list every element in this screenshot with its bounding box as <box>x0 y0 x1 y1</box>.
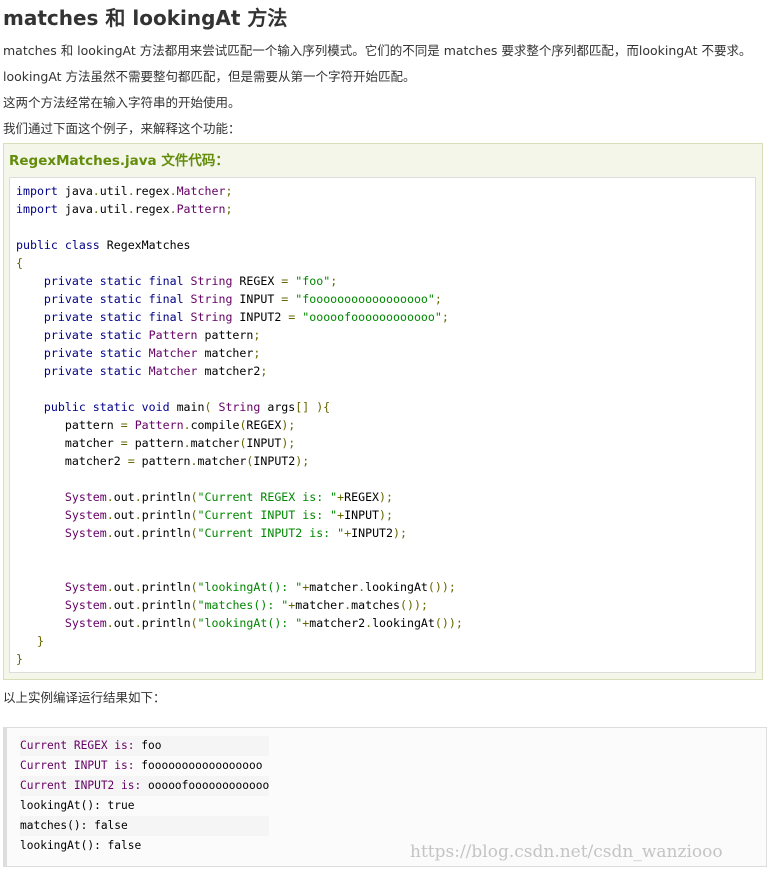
code-line: import java.util.regex.Pattern; <box>16 202 233 216</box>
result-intro: 以上实例编译运行结果如下： <box>3 690 166 705</box>
output-listing[interactable]: Current REGEX is: foo Current INPUT is: f… <box>20 736 270 856</box>
code-line: System.out.println("Current INPUT2 is: "… <box>64 526 407 540</box>
code-line: private static Matcher matcher2; <box>43 364 268 378</box>
intro-paragraph-1: matches 和 lookingAt 方法都用来尝试匹配一个输入序列模式。它们… <box>3 43 752 58</box>
intro-paragraph-3: 这两个方法经常在输入字符串的开始使用。 <box>3 95 241 110</box>
code-line: private static Matcher matcher; <box>43 346 261 360</box>
code-line: System.out.println("Current REGEX is: "+… <box>64 490 394 504</box>
code-line: import java.util.regex.Matcher; <box>16 184 233 198</box>
code-block[interactable]: import java.util.regex.Matcher; import j… <box>9 177 756 673</box>
code-line: System.out.println("lookingAt(): "+match… <box>64 580 456 594</box>
intro-paragraph-4: 我们通过下面这个例子，来解释这个功能： <box>3 121 241 136</box>
output-line: Current INPUT is: fooooooooooooooooo <box>20 759 263 772</box>
code-line: public class RegexMatches <box>16 238 191 252</box>
page-title: matches 和 lookingAt 方法 <box>3 6 288 30</box>
output-line: lookingAt(): true <box>20 799 135 812</box>
code-line: } <box>16 634 44 648</box>
code-line: { <box>16 256 23 270</box>
code-line: } <box>16 652 23 666</box>
output-line: matches(): false <box>20 816 270 836</box>
code-line: System.out.println("matches(): "+matcher… <box>64 598 428 612</box>
code-line: public static void main( String args[] )… <box>43 400 331 414</box>
output-line: lookingAt(): false <box>20 839 142 852</box>
watermark: https://blog.csdn.net/csdn_wanziooo <box>410 842 723 862</box>
code-line: System.out.println("Current INPUT is: "+… <box>64 508 394 522</box>
code-line: private static Pattern pattern; <box>43 328 261 342</box>
code-line: private static final String INPUT = "foo… <box>43 292 442 306</box>
code-line: System.out.println("lookingAt(): "+match… <box>64 616 463 630</box>
intro-paragraph-2: lookingAt 方法虽然不需要整句都匹配，但是需要从第一个字符开始匹配。 <box>3 69 416 84</box>
code-line: private static final String INPUT2 = "oo… <box>43 310 449 324</box>
code-line: pattern = Pattern.compile(REGEX); <box>64 418 296 432</box>
example-box: RegexMatches.java 文件代码： import java.util… <box>3 143 763 680</box>
code-line: private static final String REGEX = "foo… <box>43 274 338 288</box>
example-title: RegexMatches.java 文件代码： <box>9 153 229 169</box>
code-line: matcher2 = pattern.matcher(INPUT2); <box>64 454 310 468</box>
output-line: Current REGEX is: foo <box>20 736 270 756</box>
code-line: matcher = pattern.matcher(INPUT); <box>64 436 296 450</box>
output-line: Current INPUT2 is: ooooofoooooooooooo <box>20 776 270 796</box>
code-listing[interactable]: import java.util.regex.Matcher; import j… <box>16 182 463 668</box>
